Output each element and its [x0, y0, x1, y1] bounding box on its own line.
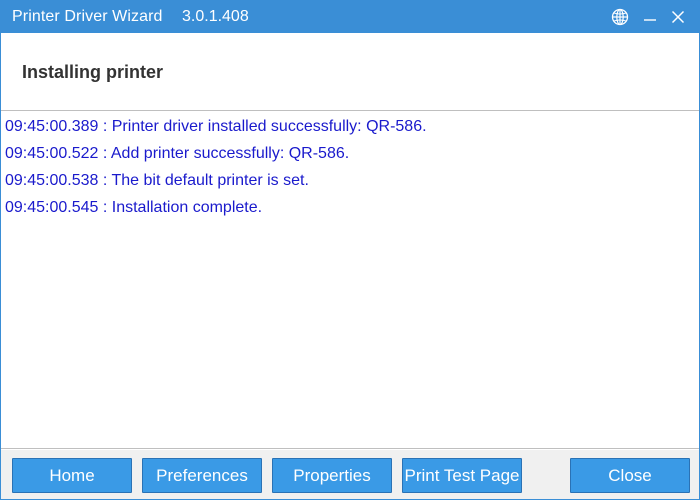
page-title: Installing printer: [22, 62, 164, 82]
close-icon[interactable]: [667, 6, 689, 28]
properties-button[interactable]: Properties: [272, 458, 392, 493]
log-line: 09:45:00.538 : The bit default printer i…: [5, 172, 309, 189]
log-line: 09:45:00.545 : Installation complete.: [5, 199, 263, 216]
close-button[interactable]: Close: [570, 458, 690, 493]
globe-icon[interactable]: [609, 6, 631, 28]
minimize-icon[interactable]: [639, 6, 661, 28]
page-header: Installing printer: [1, 33, 699, 111]
preferences-button[interactable]: Preferences: [142, 458, 262, 493]
log-line: 09:45:00.522 : Add printer successfully:…: [5, 145, 350, 162]
button-bar: Home Preferences Properties Print Test P…: [1, 450, 699, 499]
version-label: 3.0.1.408: [182, 8, 249, 25]
title-bar[interactable]: Printer Driver Wizard 3.0.1.408: [1, 1, 699, 33]
installer-window: Printer Driver Wizard 3.0.1.408 Installi…: [0, 0, 700, 500]
home-button[interactable]: Home: [12, 458, 132, 493]
log-line: 09:45:00.389 : Printer driver installed …: [5, 118, 427, 135]
window-title: Printer Driver Wizard: [12, 8, 163, 25]
print-test-page-button[interactable]: Print Test Page: [402, 458, 522, 493]
install-log[interactable]: 09:45:00.389 : Printer driver installed …: [1, 112, 699, 449]
